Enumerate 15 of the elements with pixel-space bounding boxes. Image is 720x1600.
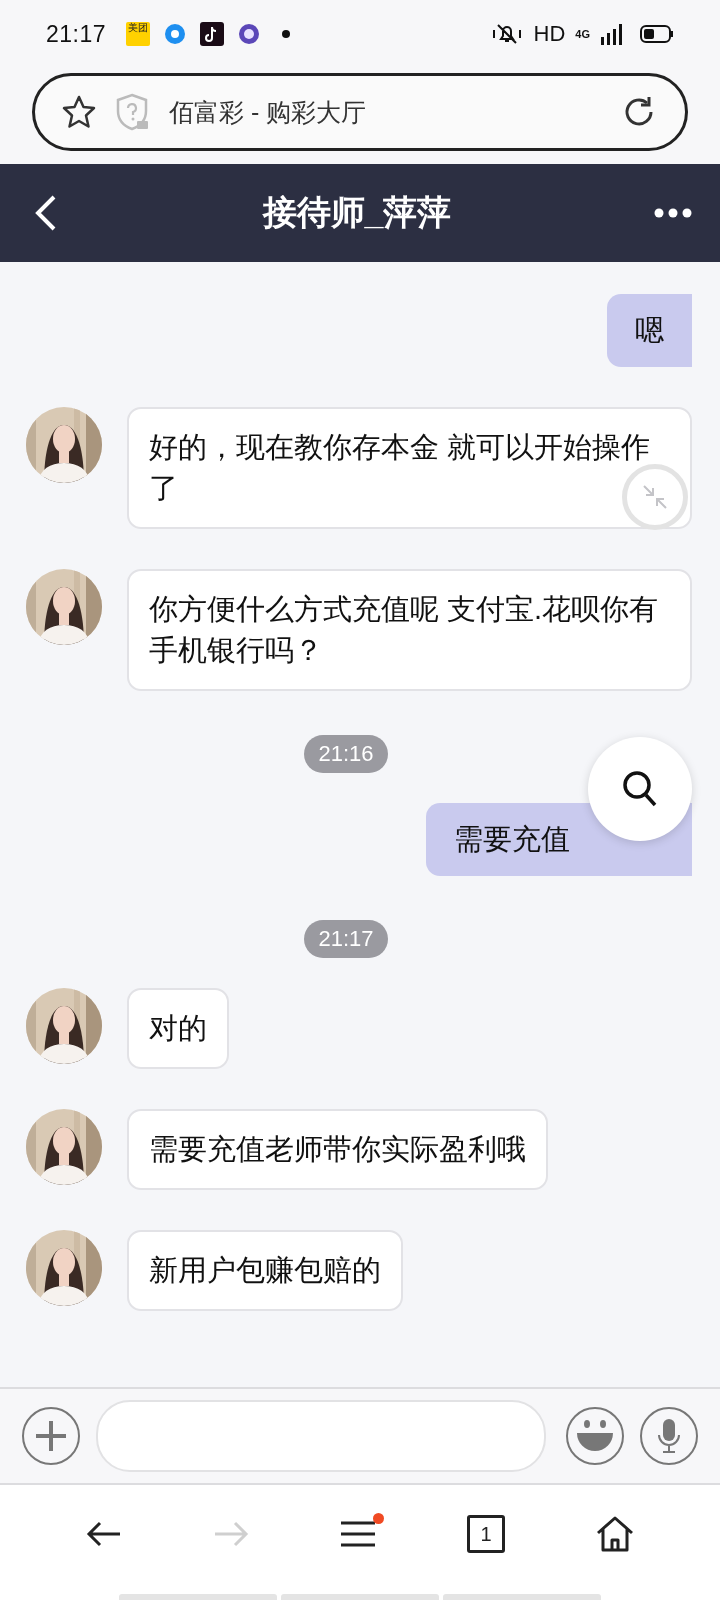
chat-title: 接待师_萍萍 <box>261 192 453 233</box>
message-bubble: 新用户包赚包赔的 <box>127 1230 403 1311</box>
message-bubble: 对的 <box>127 988 229 1069</box>
timestamp: 21:17 <box>304 920 388 958</box>
message-bubble: 需要充值老师带你实际盈利哦 <box>127 1109 548 1190</box>
tabs-button[interactable]: 1 <box>467 1515 506 1553</box>
clock: 21:17 <box>46 20 107 48</box>
message-bubble: 好的，现在教你存本金 就可以开始操作了 <box>127 407 692 529</box>
message-bubble: 嗯 <box>607 294 692 367</box>
signal-label: 4G <box>575 28 590 40</box>
address-bar[interactable]: 佰富彩 - 购彩大厅 <box>32 73 688 151</box>
network-label: HD <box>533 21 566 47</box>
timestamp: 21:16 <box>304 735 388 773</box>
app-notification-icon: 美团 <box>126 22 151 46</box>
message-bubble: 你方便什么方式充值呢 支付宝.花呗你有手机银行吗？ <box>127 569 692 691</box>
